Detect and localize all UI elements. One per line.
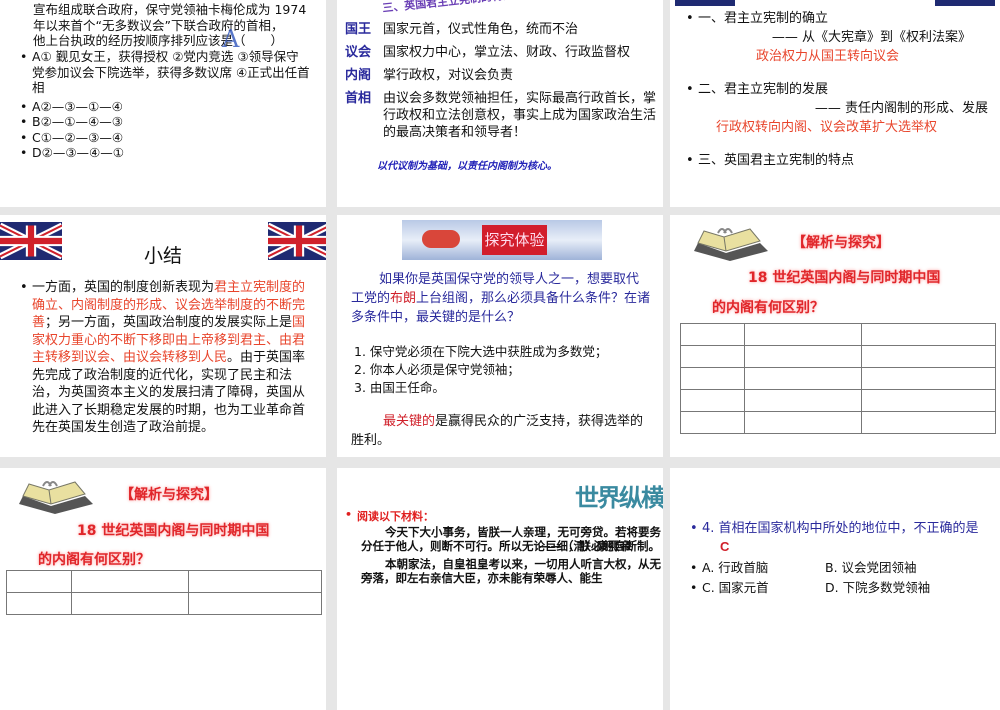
highlight-run: 布朗 — [390, 291, 417, 306]
outline-point: 二、君主立宪制的发展 — [686, 80, 996, 99]
section-heading: 【解析与探究】 — [120, 487, 218, 503]
question-paragraph: 如果你是英国保守党的领导人之一，想要取代工党的布朗上台组阁，那么必须具备什么条件… — [351, 270, 651, 327]
option: B. 议会党团领袖 — [825, 560, 917, 575]
list-item: D②—③—④—① — [20, 145, 310, 161]
quiz-options: A. 行政首脑 B. 议会党团领袖 C. 国家元首 D. 下院多数党领袖 — [690, 558, 990, 598]
outline-sub: —— 从《大宪章》到《权利法案》 — [686, 28, 996, 47]
banner-label: 探究体验 — [482, 225, 547, 255]
banner-image: 探究体验 — [402, 220, 602, 260]
intro-line: 他上台执政的经历按顺序排列应该是（ ） — [33, 33, 284, 48]
slide-thumbnail-2[interactable]: 三、英国君主立宪制的特点 国王 国家元首，仪式性角色，统而不治 议会 国家权力中心，… — [337, 0, 663, 207]
book-icon — [690, 225, 770, 265]
list-item: 3. 由国王任命。 — [354, 380, 445, 395]
comparison-table — [6, 570, 322, 615]
features-list: 国王 国家元首，仪式性角色，统而不治 议会 国家权力中心，掌立法、财政、行政监督权 … — [345, 21, 663, 141]
outline-highlight: 政治权力从国王转向议会 — [756, 49, 900, 64]
summary-paragraph: 一方面，英国的制度创新表现为君主立宪制度的确立、内阁制度的形成、议会选举制度的不… — [20, 279, 310, 437]
feature-term: 国王 — [345, 22, 372, 37]
intro-line: 年以来首个“无多数议会”下联合政府的首相， — [33, 17, 284, 33]
material-text: 今天下大小事务，皆朕一人亲理，无可旁贷。若将要务分任于他人，则断不可行。所以无论… — [361, 525, 661, 585]
answer-mark: C — [720, 539, 730, 554]
feature-desc: 由议会多数党领袖担任，实际最高行政首长，掌行政权和立法创意权，事实上成为国家政治… — [383, 91, 657, 140]
slide-thumbnail-3[interactable]: 一、君主立宪制的确立 —— 从《大宪章》到《权利法案》 政治权力从国王转向议会 … — [670, 0, 1000, 207]
outline-point: 一、君主立宪制的确立 — [686, 9, 996, 28]
option: C. 国家元首 — [690, 578, 825, 598]
options-list: A① 觐见女王，获得授权 ②党内竞选 ③领导保守党参加议会下院选举，获得多数议席… — [20, 49, 310, 161]
question-intro: 宣布组成联合政府，保守党领袖卡梅伦成为 1974 年以来首个“无多数议会”下联合… — [33, 2, 323, 49]
uk-flag-icon — [935, 0, 995, 6]
airplane-icon — [422, 230, 460, 248]
section-heading: 【解析与探究】 — [792, 235, 890, 251]
feature-term: 议会 — [345, 45, 372, 60]
feature-desc: 国家权力中心，掌立法、财政、行政监督权 — [383, 45, 631, 60]
list-item: 2. 你本人必须是保守党领袖； — [354, 362, 520, 377]
question-line: 18 世纪英国内阁与同时期中国 — [748, 270, 941, 286]
intro-line: 宣布组成联合政府，保守党领袖卡梅伦成为 1974 — [33, 2, 307, 17]
book-icon — [15, 478, 95, 518]
question-line: 的内阁有何区别？ — [38, 552, 150, 568]
slide-thumbnail-7[interactable]: 【解析与探究】 18 世纪英国内阁与同时期中国 的内阁有何区别？ — [0, 468, 326, 710]
feature-row: 国王 国家元首，仪式性角色，统而不治 — [345, 21, 663, 38]
outline-sub-text: —— 从《大宪章》到《权利法案》 — [771, 30, 971, 45]
material-label: 阅读以下材料： — [345, 508, 663, 524]
answer-list: 1. 保守党必须在下院大选中获胜成为多数党； 2. 你本人必须是保守党领袖； 3… — [354, 343, 607, 397]
slide-thumbnail-9[interactable]: 4. 首相在国家机构中所处的地位中，不正确的是 C A. 行政首脑 B. 议会党团… — [670, 468, 1000, 710]
question-line: 的内阁有何区别？ — [712, 300, 824, 316]
highlight-run: 最关键的 — [383, 414, 436, 429]
slide-thumbnail-8[interactable]: 世界纵横 阅读以下材料： 今天下大小事务，皆朕一人亲理，无可旁贷。若将要务分任于… — [337, 468, 663, 710]
list-item: A① 觐见女王，获得授权 ②党内竞选 ③领导保守党参加议会下院选举，获得多数议席… — [20, 49, 310, 96]
text-run: ；另一方面，英国政治制度的发展实际上是 — [45, 315, 293, 330]
outline: 一、君主立宪制的确立 —— 从《大宪章》到《权利法案》 政治权力从国王转向议会 … — [686, 9, 996, 170]
conclusion: 最关键的是赢得民众的广泛支持，获得选举的胜利。 — [351, 412, 651, 450]
question-line: 18 世纪英国内阁与同时期中国 — [77, 523, 270, 539]
slide-thumbnail-5[interactable]: 探究体验 如果你是英国保守党的领导人之一，想要取代工党的布朗上台组阁，那么必须具… — [337, 215, 663, 457]
feature-term: 首相 — [345, 91, 372, 106]
text-run: 一方面，英国的制度创新表现为 — [32, 280, 215, 295]
slide-thumbnail-6[interactable]: 【解析与探究】 18 世纪英国内阁与同时期中国 的内阁有何区别？ — [670, 215, 1000, 457]
feature-row: 首相 由议会多数党领袖担任，实际最高行政首长，掌行政权和立法创意权，事实上成为国家… — [345, 90, 663, 141]
feature-desc: 国家元首，仪式性角色，统而不治 — [383, 22, 579, 37]
comparison-table — [680, 323, 996, 434]
material-paragraph: 本朝家法，自皇祖皇考以来，一切用人听言大权，从无旁落，即左右亲信大臣，亦未能有荣… — [361, 557, 661, 585]
list-item: A②—③—①—④ — [20, 99, 310, 115]
wordart-title: 三、英国君主立宪制的特点 — [381, 0, 515, 15]
question-text: 4. 首相在国家机构中所处的地位中，不正确的是 — [702, 521, 979, 536]
feature-desc: 掌行政权，对议会负责 — [383, 68, 514, 83]
uk-flag-icon — [675, 0, 735, 6]
slide-title: 小结 — [143, 245, 182, 267]
list-item: 1. 保守党必须在下院大选中获胜成为多数党； — [354, 344, 608, 359]
feature-row: 内阁 掌行政权，对议会负责 — [345, 67, 663, 84]
slide-thumbnail-4[interactable]: 小结 一方面，英国的制度创新表现为君主立宪制度的确立、内阁制度的形成、议会选举制… — [0, 215, 326, 457]
list-item: C①—②—③—④ — [20, 130, 310, 146]
quiz-question: 4. 首相在国家机构中所处的地位中，不正确的是 C — [690, 520, 990, 557]
feature-row: 议会 国家权力中心，掌立法、财政、行政监督权 — [345, 44, 663, 61]
outline-point: 三、英国君主立宪制的特点 — [686, 151, 996, 170]
feature-term: 内阁 — [345, 68, 372, 83]
outline-highlight: 行政权转向内阁、议会改革扩大选举权 — [716, 120, 938, 135]
option: A. 行政首脑 — [690, 558, 825, 578]
outline-sub: —— 责任内阁制的形成、发展 — [814, 101, 988, 116]
slide-thumbnail-1[interactable]: 宣布组成联合政府，保守党领袖卡梅伦成为 1974 年以来首个“无多数议会”下联合… — [0, 0, 326, 207]
option: D. 下院多数党领袖 — [825, 580, 931, 595]
summary-line: 以代议制为基础，以责任内阁制为核心。 — [377, 161, 557, 172]
list-item: B②—①—④—③ — [20, 114, 310, 130]
